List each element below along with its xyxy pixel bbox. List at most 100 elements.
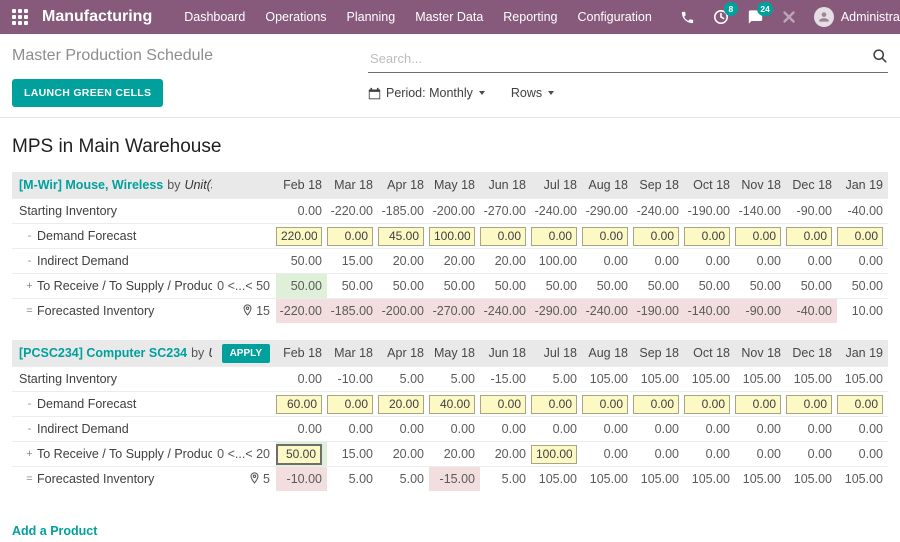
- mps-cell: 5.00: [399, 372, 424, 386]
- mps-cell: [480, 224, 531, 248]
- mps-cell: -240.00: [636, 204, 679, 218]
- forecast-input[interactable]: [684, 394, 730, 414]
- row-label-cell: Starting Inventory: [12, 367, 212, 391]
- search-input[interactable]: [368, 50, 872, 67]
- forecast-input[interactable]: [684, 226, 730, 246]
- apps-grid-icon[interactable]: [12, 9, 28, 25]
- forecast-input[interactable]: [429, 226, 475, 246]
- row-label-cell: = Forecasted Inventory: [12, 299, 212, 323]
- mps-cell: -10.00: [337, 372, 373, 386]
- mps-cell: 0.00: [450, 422, 475, 436]
- product-by-label: by: [191, 346, 205, 360]
- activity-badge: 8: [723, 2, 738, 16]
- nav-menu-reporting[interactable]: Reporting: [493, 10, 567, 24]
- mps-cell: 105.00: [589, 372, 628, 386]
- nav-menu-master-data[interactable]: Master Data: [405, 10, 493, 24]
- mps-cell: -290.00: [585, 204, 628, 218]
- rows-filter[interactable]: Rows: [511, 86, 555, 100]
- mps-cell: [531, 392, 582, 416]
- mps-cell: [276, 392, 327, 416]
- forecast-input[interactable]: [786, 226, 832, 246]
- app-name[interactable]: Manufacturing: [42, 8, 152, 26]
- activity-clock-icon[interactable]: 8: [713, 2, 738, 25]
- mps-cell: 0.00: [654, 447, 679, 461]
- forecast-input[interactable]: [378, 226, 424, 246]
- row-meta-cell: [212, 417, 276, 441]
- mps-cell: 20.00: [443, 254, 475, 268]
- forecast-input[interactable]: [429, 394, 475, 414]
- forecast-input[interactable]: [633, 394, 679, 414]
- row-label-cell: - Demand Forecast: [12, 224, 212, 248]
- forecast-input[interactable]: [327, 226, 373, 246]
- mps-cell: 0.00: [858, 254, 883, 268]
- row-label: Indirect Demand: [37, 254, 129, 268]
- product-by-label: by: [167, 178, 181, 192]
- search-icon[interactable]: [872, 48, 888, 69]
- pin-count-value: 15: [256, 304, 270, 318]
- month-header: Jan 19: [845, 346, 883, 360]
- mps-cell: 0.00: [501, 422, 526, 436]
- forecast-input[interactable]: [633, 226, 679, 246]
- mps-cell: -220.00: [330, 204, 373, 218]
- forecast-input[interactable]: [837, 394, 883, 414]
- mps-cell: -90.00: [796, 204, 832, 218]
- forecast-input[interactable]: [735, 226, 781, 246]
- forecast-input[interactable]: [786, 394, 832, 414]
- apply-button[interactable]: APPLY: [221, 343, 270, 363]
- mps-cell: 20.00: [443, 447, 475, 461]
- mps-cell: 105.00: [793, 472, 832, 486]
- month-header: Oct 18: [693, 178, 730, 192]
- forecast-input[interactable]: [837, 226, 883, 246]
- mps-cell: 0.00: [807, 254, 832, 268]
- nav-menu-dashboard[interactable]: Dashboard: [174, 10, 255, 24]
- month-header: Jun 18: [488, 346, 526, 360]
- forecast-input[interactable]: [480, 394, 526, 414]
- period-filter[interactable]: Period: Monthly: [368, 86, 485, 100]
- mps-cell: [837, 224, 888, 248]
- mps-cell: 50.00: [647, 279, 679, 293]
- product-link[interactable]: [PCSC234] Computer SC234: [19, 346, 187, 360]
- add-product-link[interactable]: Add a Product: [12, 524, 97, 538]
- phone-icon[interactable]: [680, 10, 695, 25]
- forecast-input[interactable]: [735, 394, 781, 414]
- forecast-input[interactable]: [531, 444, 577, 464]
- nav-menus: Dashboard Operations Planning Master Data Re…: [174, 10, 662, 24]
- product-link[interactable]: [M-Wir] Mouse, Wireless: [19, 178, 163, 192]
- mps-cell: 0.00: [297, 372, 322, 386]
- messages-icon[interactable]: 24: [747, 2, 773, 25]
- mps-cell: -40.00: [847, 204, 883, 218]
- mps-cell: 0.00: [858, 447, 883, 461]
- mps-tables: [M-Wir] Mouse, WirelessbyUnit(s)Feb 18Ma…: [12, 172, 888, 491]
- supply-constraint: 0 <...< 50: [217, 279, 270, 293]
- forecast-input[interactable]: [480, 226, 526, 246]
- forecast-input[interactable]: [378, 394, 424, 414]
- nav-menu-operations[interactable]: Operations: [255, 10, 336, 24]
- forecast-input[interactable]: [531, 394, 577, 414]
- mps-cell: 105.00: [538, 472, 577, 486]
- support-tools-icon[interactable]: [782, 10, 796, 24]
- row-label-cell: - Demand Forecast: [12, 392, 212, 416]
- launch-green-cells-button[interactable]: LAUNCH GREEN CELLS: [12, 79, 164, 107]
- mps-cell: 105.00: [691, 472, 730, 486]
- mps-cell: -185.00: [327, 299, 378, 323]
- nav-menu-configuration[interactable]: Configuration: [567, 10, 661, 24]
- mps-row-starting-inventory: Starting Inventory 0.00 -220.00 -185.00 -200…: [12, 198, 888, 223]
- mps-cell: -270.00: [483, 204, 526, 218]
- mps-cell: 0.00: [603, 254, 628, 268]
- forecast-input[interactable]: [531, 226, 577, 246]
- forecast-input[interactable]: [276, 226, 322, 246]
- forecast-input[interactable]: [582, 394, 628, 414]
- mps-table-pcsc234: [PCSC234] Computer SC234byUnit(s)APPLYFe…: [12, 340, 888, 491]
- mps-cell: 50.00: [851, 279, 883, 293]
- forecast-input[interactable]: [276, 443, 322, 465]
- mps-cell: [327, 224, 378, 248]
- mps-row-demand-forecast: - Demand Forecast: [12, 391, 888, 416]
- forecast-input[interactable]: [327, 394, 373, 414]
- row-label: Starting Inventory: [19, 204, 117, 218]
- forecast-input[interactable]: [582, 226, 628, 246]
- month-header: May 18: [434, 346, 475, 360]
- forecast-input[interactable]: [276, 394, 322, 414]
- user-menu[interactable]: Administrator: [813, 7, 900, 27]
- nav-menu-planning[interactable]: Planning: [337, 10, 406, 24]
- row-meta-cell: [212, 199, 276, 223]
